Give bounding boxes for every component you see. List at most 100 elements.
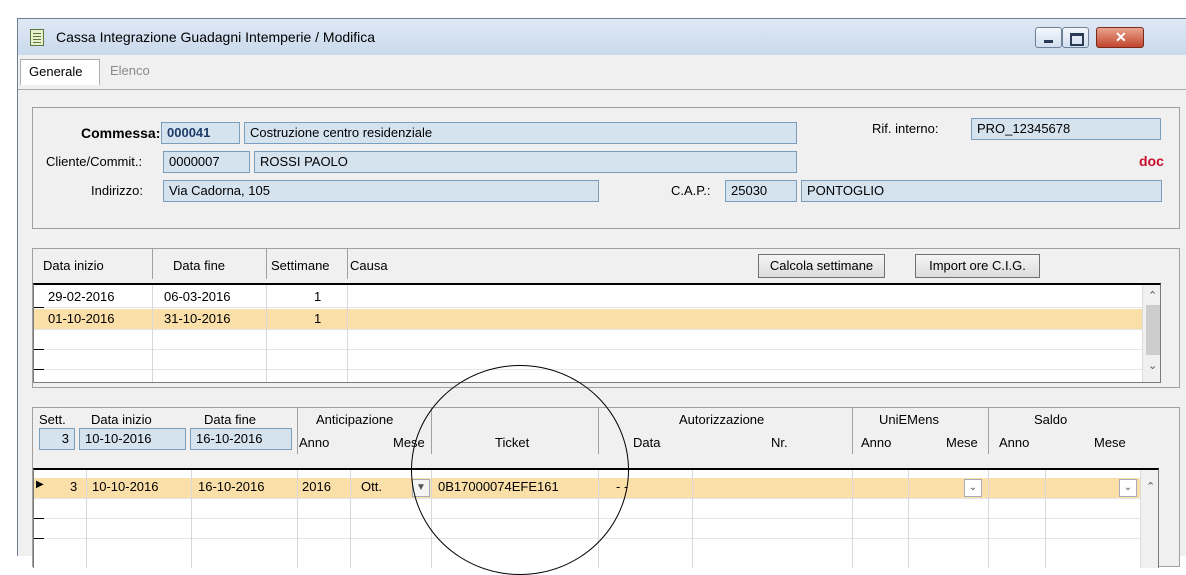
minimize-button[interactable] — [1035, 27, 1062, 48]
col-line — [266, 285, 267, 382]
current-row-indicator-icon: ▶ — [36, 479, 44, 490]
weeks-col-data-inizio: Data inizio — [91, 412, 152, 427]
rif-interno-label: Rif. interno: — [872, 121, 939, 136]
weeks-col-anno: Anno — [299, 435, 330, 450]
commessa-desc-field[interactable]: Costruzione centro residenziale — [244, 122, 797, 144]
weeks-col-sett: Sett. — [39, 412, 66, 427]
period-end-cell[interactable]: 06-03-2016 — [164, 289, 231, 304]
citta-field[interactable]: PONTOGLIO — [801, 180, 1162, 202]
weeks-col-data: Data — [633, 435, 661, 450]
period-weeks-cell[interactable]: 1 — [314, 289, 321, 304]
main-window: Cassa Integrazione Guadagni Intemperie /… — [17, 18, 1186, 575]
scroll-thumb[interactable] — [1146, 305, 1160, 355]
weeks-col-uni-mese: Mese — [946, 435, 978, 450]
row-line — [34, 307, 1160, 308]
indirizzo-label: Indirizzo: — [91, 183, 144, 198]
tab-bar: Generale Elenco — [18, 55, 1186, 89]
weeks-col-uni-anno: Anno — [861, 435, 892, 450]
weeks-col-anticipazione: Anticipazione — [316, 412, 394, 427]
window-title: Cassa Integrazione Guadagni Intemperie /… — [56, 29, 376, 45]
col-line — [692, 470, 693, 568]
title-bar: Cassa Integrazione Guadagni Intemperie /… — [18, 19, 1186, 55]
week-sett-cell[interactable]: 3 — [70, 479, 77, 494]
row-line — [34, 349, 1160, 350]
weeks-col-saldo-mese: Mese — [1094, 435, 1126, 450]
col-line — [1045, 470, 1046, 568]
col-line — [297, 470, 298, 568]
col-divider — [266, 249, 267, 279]
col-line — [347, 285, 348, 382]
close-button[interactable]: ✕ — [1096, 27, 1144, 48]
row-marker — [34, 349, 44, 350]
period-start-cell[interactable]: 29-02-2016 — [48, 289, 115, 304]
doc-link[interactable]: doc — [1139, 153, 1164, 169]
col-line — [908, 470, 909, 568]
weeks-col-uniemens: UniEMens — [879, 412, 939, 427]
header-group: Commessa: 000041 Costruzione centro resi… — [32, 107, 1180, 229]
cliente-label: Cliente/Commit.: — [46, 154, 143, 169]
cap-field[interactable]: 25030 — [725, 180, 797, 202]
weeks-col-saldo: Saldo — [1034, 412, 1068, 427]
rif-interno-field[interactable]: PRO_12345678 — [971, 118, 1161, 140]
uniemens-mese-dropdown-icon[interactable]: ⌄ — [964, 479, 982, 497]
periods-col-causa: Causa — [350, 258, 388, 273]
app-icon — [30, 29, 44, 46]
cliente-name-field[interactable]: ROSSI PAOLO — [254, 151, 797, 173]
periods-scrollbar[interactable]: ⌃ ⌄ — [1142, 285, 1160, 382]
row-marker — [34, 369, 44, 370]
indirizzo-field[interactable]: Via Cadorna, 105 — [163, 180, 599, 202]
current-end-field[interactable]: 16-10-2016 — [190, 428, 292, 450]
annotation-ellipse — [411, 365, 629, 575]
col-divider — [347, 249, 348, 279]
week-mese-cell[interactable]: Ott. — [361, 479, 382, 494]
row-marker — [34, 518, 44, 519]
periods-group: Data inizio Data fine Settimane Causa Ca… — [32, 248, 1180, 388]
import-ore-cig-button[interactable]: Import ore C.I.G. — [915, 254, 1040, 278]
col-divider — [297, 408, 298, 454]
tab-generale[interactable]: Generale — [20, 59, 100, 85]
col-line — [350, 470, 351, 568]
row-line — [34, 329, 1160, 330]
week-anno-cell[interactable]: 2016 — [302, 479, 331, 494]
row-marker — [34, 307, 44, 308]
week-start-cell[interactable]: 10-10-2016 — [92, 479, 159, 494]
weeks-col-nr: Nr. — [771, 435, 788, 450]
col-line — [988, 470, 989, 568]
scroll-down-icon[interactable]: ⌄ — [1148, 359, 1157, 372]
scroll-up-icon[interactable]: ⌃ — [1148, 289, 1157, 302]
col-line — [191, 470, 192, 568]
weeks-scrollbar[interactable]: ⌃ — [1140, 470, 1158, 568]
weeks-col-data-fine: Data fine — [204, 412, 257, 427]
periods-col-settimane: Settimane — [271, 258, 330, 273]
col-line — [852, 470, 853, 568]
periods-col-data-fine: Data fine — [173, 258, 226, 273]
periods-grid[interactable]: 29-02-2016 06-03-2016 1 01-10-2016 31-10… — [33, 283, 1161, 383]
col-divider — [152, 249, 153, 279]
col-divider — [852, 408, 853, 454]
period-end-cell[interactable]: 31-10-2016 — [164, 311, 231, 326]
week-end-cell[interactable]: 16-10-2016 — [198, 479, 265, 494]
tab-divider — [18, 89, 1186, 90]
maximize-button[interactable] — [1062, 27, 1089, 48]
commessa-code-field[interactable]: 000041 — [161, 122, 240, 144]
col-line — [86, 470, 87, 568]
current-start-field[interactable]: 10-10-2016 — [79, 428, 186, 450]
calcola-settimane-button[interactable]: Calcola settimane — [758, 254, 885, 278]
commessa-label: Commessa: — [81, 125, 161, 141]
tab-elenco[interactable]: Elenco — [102, 59, 178, 85]
cap-label: C.A.P.: — [671, 183, 711, 198]
col-line — [152, 285, 153, 382]
weeks-col-saldo-anno: Anno — [999, 435, 1030, 450]
current-sett-field[interactable]: 3 — [39, 428, 75, 450]
row-line — [34, 369, 1160, 370]
col-divider — [988, 408, 989, 454]
scroll-up-icon[interactable]: ⌃ — [1146, 480, 1155, 493]
period-weeks-cell[interactable]: 1 — [314, 311, 321, 326]
weeks-col-autorizzazione: Autorizzazione — [679, 412, 765, 427]
saldo-mese-dropdown-icon[interactable]: ⌄ — [1119, 479, 1137, 497]
close-icon: ✕ — [1115, 29, 1127, 45]
periods-col-data-inizio: Data inizio — [43, 258, 104, 273]
row-marker — [34, 538, 44, 539]
cliente-code-field[interactable]: 0000007 — [163, 151, 250, 173]
period-start-cell[interactable]: 01-10-2016 — [48, 311, 115, 326]
